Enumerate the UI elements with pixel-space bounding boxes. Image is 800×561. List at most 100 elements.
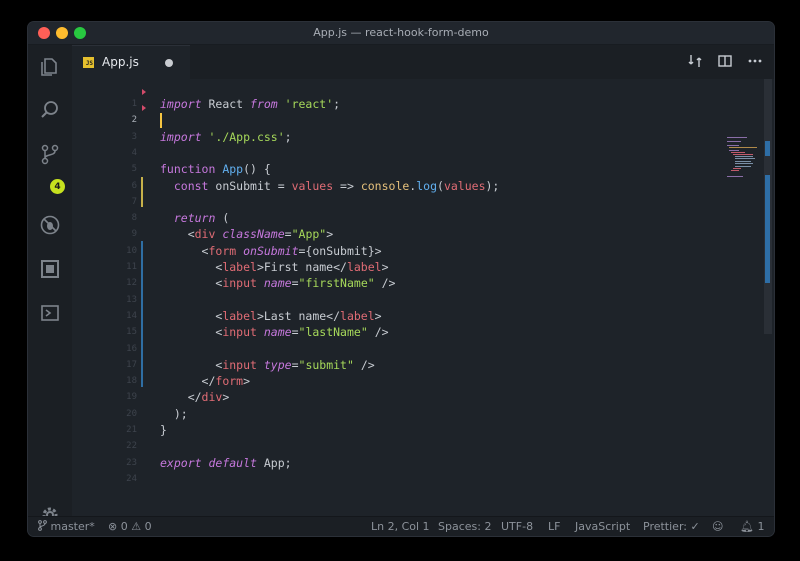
code-line[interactable]: 8 return ( xyxy=(72,210,712,226)
code-line[interactable]: 1 import React from 'react'; xyxy=(72,96,712,112)
line-code: function App() { xyxy=(160,162,271,177)
warning-icon: ⚠ xyxy=(131,520,142,533)
line-number: 7 xyxy=(131,196,137,207)
line-number: 24 xyxy=(126,473,137,484)
extensions-icon[interactable] xyxy=(36,255,64,283)
line-number: 16 xyxy=(126,343,137,354)
code-line[interactable]: 15 <input name="lastName" /> xyxy=(72,324,712,340)
line-code: </form> xyxy=(160,374,251,389)
line-number: 5 xyxy=(131,164,137,175)
branch-indicator[interactable]: master* xyxy=(38,520,95,533)
line-number: 14 xyxy=(126,310,137,321)
minimap[interactable] xyxy=(727,137,767,197)
tab-bar: JS App.js xyxy=(72,45,774,80)
language-mode[interactable]: JavaScript xyxy=(575,520,630,533)
activity-bar: 4 xyxy=(28,45,72,523)
feedback-smiley-icon[interactable]: ☺ xyxy=(712,520,723,533)
terminal-icon[interactable] xyxy=(36,299,64,327)
line-number: 2 xyxy=(131,115,137,126)
code-line[interactable]: 24 xyxy=(72,471,712,487)
line-code: ); xyxy=(160,406,188,421)
code-line[interactable]: 5 function App() { xyxy=(72,161,712,177)
code-line[interactable]: 23 export default App; xyxy=(72,455,712,471)
line-number: 6 xyxy=(131,180,137,191)
status-bar: master* ⊗ 0 ⚠ 0 Ln 2, Col 1 Spaces: 2 UT… xyxy=(28,516,774,536)
cursor-position[interactable]: Ln 2, Col 1 xyxy=(371,520,430,533)
code-line[interactable]: 9 <div className="App"> xyxy=(72,226,712,242)
notifications[interactable]: 🔔︎ 1 xyxy=(740,520,764,533)
line-code: <input name="lastName" /> xyxy=(160,325,389,340)
line-code: <div className="App"> xyxy=(160,227,334,242)
line-number: 20 xyxy=(126,408,137,419)
line-code: <label>Last name</label> xyxy=(160,308,382,323)
title-bar: App.js — react-hook-form-demo xyxy=(28,22,774,45)
code-line[interactable]: 20 ); xyxy=(72,406,712,422)
code-line[interactable]: 2 xyxy=(72,112,712,128)
code-line[interactable]: 6 const onSubmit = values => console.log… xyxy=(72,178,712,194)
git-branch-icon xyxy=(38,520,47,531)
line-number: 8 xyxy=(131,213,137,224)
debug-icon[interactable] xyxy=(36,211,64,239)
encoding[interactable]: UTF-8 xyxy=(501,520,533,533)
code-line[interactable]: 12 <input name="firstName" /> xyxy=(72,275,712,291)
code-line[interactable]: 19 </div> xyxy=(72,389,712,405)
line-code: import React from 'react'; xyxy=(160,97,341,111)
line-number: 10 xyxy=(126,245,137,256)
indentation[interactable]: Spaces: 2 xyxy=(438,520,491,533)
line-code: <form onSubmit={onSubmit}> xyxy=(160,243,382,258)
code-line[interactable]: 11 <label>First name</label> xyxy=(72,259,712,275)
open-changes-icon[interactable] xyxy=(686,52,704,70)
line-code: return ( xyxy=(173,211,230,226)
code-line[interactable]: 17 <input type="submit" /> xyxy=(72,357,712,373)
line-number: 4 xyxy=(131,147,137,158)
line-code: const onSubmit = values => console.log(v… xyxy=(173,178,500,193)
problems-indicator[interactable]: ⊗ 0 ⚠ 0 xyxy=(108,520,152,533)
code-line[interactable]: 3 import './App.css'; xyxy=(72,129,712,145)
line-number: 19 xyxy=(126,392,137,403)
line-number: 12 xyxy=(126,278,137,289)
split-editor-icon[interactable] xyxy=(716,52,734,70)
unsaved-dot-icon[interactable] xyxy=(165,59,173,67)
source-control-icon[interactable] xyxy=(36,140,64,168)
branch-name: master* xyxy=(50,520,95,533)
scroll-change-marker xyxy=(765,141,770,156)
code-line[interactable]: 18 </form> xyxy=(72,373,712,389)
prettier-status[interactable]: Prettier: ✓ xyxy=(643,520,700,533)
line-number: 21 xyxy=(126,425,137,435)
line-code: </div> xyxy=(160,390,230,405)
explorer-icon[interactable] xyxy=(36,53,64,81)
line-code: } xyxy=(160,423,167,437)
line-code: <input type="submit" /> xyxy=(160,357,375,372)
code-line[interactable]: 4 xyxy=(72,145,712,161)
line-number: 22 xyxy=(126,441,137,452)
code-line[interactable]: 10 <form onSubmit={onSubmit}> xyxy=(72,243,712,259)
tab-label: App.js xyxy=(102,55,139,69)
line-number: 1 xyxy=(131,99,137,109)
bell-icon: 🔔︎ xyxy=(740,520,754,533)
editor-window: App.js — react-hook-form-demo 4 JS App.j… xyxy=(28,22,774,536)
tab-app-js[interactable]: JS App.js xyxy=(72,45,190,80)
scm-badge: 4 xyxy=(50,179,65,194)
line-number: 9 xyxy=(131,229,137,240)
line-code: <input name="firstName" /> xyxy=(160,276,396,291)
code-line[interactable]: 13 xyxy=(72,292,712,308)
line-number: 18 xyxy=(126,376,137,387)
end-of-line[interactable]: LF xyxy=(548,520,560,533)
error-icon: ⊗ xyxy=(108,520,118,533)
code-line[interactable]: 14 <label>Last name</label> xyxy=(72,308,712,324)
line-number: 3 xyxy=(131,131,137,142)
search-icon[interactable] xyxy=(36,96,64,124)
more-actions-icon[interactable] xyxy=(746,52,764,70)
line-code: import './App.css'; xyxy=(160,129,292,144)
notification-count: 1 xyxy=(757,520,765,533)
code-line[interactable]: 22 xyxy=(72,438,712,454)
fold-marker-icon[interactable] xyxy=(142,89,146,95)
code-line[interactable]: 21} xyxy=(72,422,712,438)
editor-actions xyxy=(686,52,764,70)
code-line[interactable]: 16 xyxy=(72,341,712,357)
window-title: App.js — react-hook-form-demo xyxy=(313,26,489,39)
code-editor[interactable]: 1 import React from 'react'; 2 3 import './A… xyxy=(72,79,774,516)
code-line[interactable]: 7 xyxy=(72,194,712,210)
line-number: 23 xyxy=(126,457,137,468)
javascript-file-icon: JS xyxy=(83,57,94,68)
